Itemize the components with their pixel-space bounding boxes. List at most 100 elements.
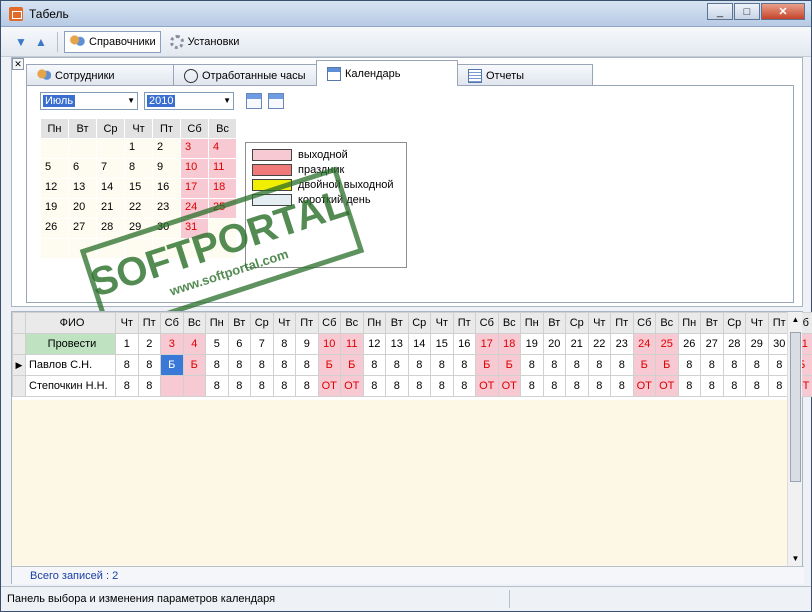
hours-cell[interactable]: 8 — [205, 375, 229, 397]
hours-cell[interactable]: 8 — [610, 375, 634, 397]
hours-cell[interactable]: 8 — [722, 375, 746, 397]
day-header[interactable]: Пт — [610, 312, 634, 334]
day-header[interactable]: Пн — [362, 312, 386, 334]
hours-cell[interactable]: Б — [160, 354, 184, 376]
tab-calendar[interactable]: Календарь — [316, 60, 458, 86]
hours-cell[interactable] — [160, 375, 184, 397]
hours-cell[interactable]: ОТ — [340, 375, 364, 397]
close-button[interactable]: ✕ — [761, 3, 805, 20]
hours-cell[interactable]: 8 — [385, 354, 409, 376]
calendar-day[interactable]: 8 — [124, 158, 153, 179]
minimize-button[interactable]: _ — [707, 3, 733, 20]
calendar-day[interactable]: 16 — [152, 178, 181, 199]
hours-cell[interactable]: 8 — [745, 354, 769, 376]
tab-employees[interactable]: Сотрудники — [26, 64, 174, 86]
hours-cell[interactable]: 8 — [115, 375, 139, 397]
day-header[interactable]: Пт — [137, 312, 161, 334]
hours-cell[interactable]: Б — [475, 354, 499, 376]
hours-cell[interactable]: 8 — [565, 354, 589, 376]
day-header[interactable]: Ср — [565, 312, 589, 334]
calendar-day[interactable]: 28 — [96, 218, 125, 239]
employee-name[interactable]: Павлов С.Н. — [25, 354, 116, 376]
calendar-day[interactable]: 12 — [40, 178, 69, 199]
day-header[interactable]: Сб — [632, 312, 656, 334]
calendar-day[interactable]: 19 — [40, 198, 69, 219]
tab-worked-hours[interactable]: Отработанные часы — [173, 64, 317, 86]
date-cell[interactable]: 24 — [632, 333, 656, 355]
calendar-day[interactable]: 3 — [180, 138, 209, 159]
scroll-thumb[interactable] — [790, 332, 801, 482]
day-header[interactable]: Сб — [160, 312, 184, 334]
date-cell[interactable]: 6 — [227, 333, 251, 355]
date-cell[interactable]: 7 — [250, 333, 274, 355]
day-header[interactable]: Пн — [205, 312, 229, 334]
calendar-day[interactable]: 13 — [68, 178, 97, 199]
hours-cell[interactable]: 8 — [407, 354, 431, 376]
day-header[interactable]: Вт — [227, 312, 251, 334]
calendar-day[interactable]: 15 — [124, 178, 153, 199]
hours-cell[interactable]: 8 — [587, 375, 611, 397]
fio-header[interactable]: ФИО — [25, 312, 116, 334]
day-header[interactable]: Чт — [587, 312, 611, 334]
calendar-day[interactable]: 14 — [96, 178, 125, 199]
hours-cell[interactable]: 8 — [722, 354, 746, 376]
calendar-day[interactable]: 17 — [180, 178, 209, 199]
date-cell[interactable]: 28 — [722, 333, 746, 355]
date-cell[interactable]: 23 — [610, 333, 634, 355]
date-cell[interactable]: 15 — [430, 333, 454, 355]
hours-cell[interactable]: Б — [182, 354, 206, 376]
day-header[interactable]: Чт — [430, 312, 454, 334]
employee-name[interactable]: Степочкин Н.Н. — [25, 375, 116, 397]
hours-cell[interactable]: 8 — [587, 354, 611, 376]
settings-button[interactable]: Установки — [165, 31, 245, 53]
date-cell[interactable]: 26 — [677, 333, 701, 355]
hours-cell[interactable]: 8 — [745, 375, 769, 397]
maximize-button[interactable]: □ — [734, 3, 760, 20]
hours-cell[interactable]: 8 — [700, 354, 724, 376]
day-header[interactable]: Пт — [295, 312, 319, 334]
calendar-day[interactable]: 20 — [68, 198, 97, 219]
hours-cell[interactable]: 8 — [542, 375, 566, 397]
date-cell[interactable]: 18 — [497, 333, 521, 355]
date-cell[interactable]: 29 — [745, 333, 769, 355]
day-header[interactable]: Сб — [475, 312, 499, 334]
calendar-day[interactable]: 18 — [208, 178, 237, 199]
table-row[interactable]: ▶ Павлов С.Н. 8 8 Б Б 8 8 8 8 8 Б Б 8 8 8 8 8 Б Б 8 8 8 8 8 Б Б 8 8 8… — [12, 354, 812, 376]
hours-cell[interactable]: Б — [655, 354, 679, 376]
calendar-day[interactable]: 9 — [152, 158, 181, 179]
date-cell[interactable]: 8 — [272, 333, 296, 355]
calendar-day[interactable]: 26 — [40, 218, 69, 239]
calendar-day[interactable]: 4 — [208, 138, 237, 159]
provesti-button[interactable]: Провести — [25, 333, 116, 355]
hours-cell[interactable]: 8 — [205, 354, 229, 376]
date-cell[interactable]: 25 — [655, 333, 679, 355]
date-cell[interactable]: 16 — [452, 333, 476, 355]
move-down-icon[interactable]: ▼ — [11, 32, 31, 52]
day-header[interactable]: Пн — [520, 312, 544, 334]
date-cell[interactable]: 9 — [295, 333, 319, 355]
calendar-day[interactable]: 21 — [96, 198, 125, 219]
day-header[interactable]: Чт — [745, 312, 769, 334]
hours-cell[interactable]: 8 — [407, 375, 431, 397]
hours-cell[interactable]: 8 — [452, 354, 476, 376]
calendar-day[interactable]: 22 — [124, 198, 153, 219]
day-header[interactable]: Вс — [340, 312, 364, 334]
hours-cell[interactable]: 8 — [137, 354, 161, 376]
date-cell[interactable]: 21 — [565, 333, 589, 355]
references-button[interactable]: Справочники — [64, 30, 161, 53]
year-select[interactable]: 2010 ▼ — [144, 92, 234, 110]
hours-cell[interactable]: Б — [340, 354, 364, 376]
hours-cell[interactable]: 8 — [115, 354, 139, 376]
calendar-day[interactable]: 5 — [40, 158, 69, 179]
scroll-up-icon[interactable]: ▲ — [788, 312, 803, 327]
hours-cell[interactable]: 8 — [677, 375, 701, 397]
vertical-scrollbar[interactable]: ▲ ▼ — [787, 312, 802, 566]
hours-cell[interactable]: 8 — [250, 354, 274, 376]
date-cell[interactable]: 17 — [475, 333, 499, 355]
calendar-day[interactable]: 10 — [180, 158, 209, 179]
hours-cell[interactable]: 8 — [295, 375, 319, 397]
hours-cell[interactable]: 8 — [227, 354, 251, 376]
hours-cell[interactable]: 8 — [295, 354, 319, 376]
hours-cell[interactable]: 8 — [362, 354, 386, 376]
day-header[interactable]: Вт — [542, 312, 566, 334]
